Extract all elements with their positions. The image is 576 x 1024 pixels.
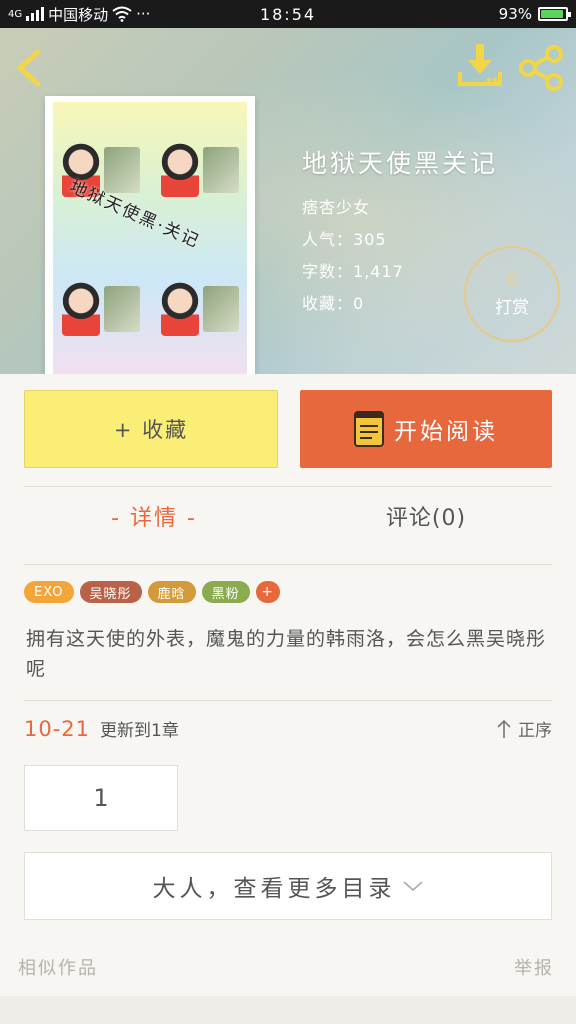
report-button[interactable]: 举报 xyxy=(514,954,554,980)
divider xyxy=(24,486,552,487)
favorites-value: 0 xyxy=(353,294,365,313)
divider xyxy=(24,700,552,701)
share-icon xyxy=(519,45,563,91)
download-icon xyxy=(458,44,502,86)
book-icon xyxy=(354,411,384,447)
tag-item[interactable]: 黑粉 xyxy=(201,581,250,603)
update-row: 10-21 更新到1章 正序 xyxy=(24,716,552,742)
book-cover[interactable]: 地狱天使黑·关记 xyxy=(45,96,255,374)
carrier-name: 中国移动 xyxy=(48,5,109,24)
sort-order-label: 正序 xyxy=(518,721,552,741)
chevron-down-icon xyxy=(402,881,423,892)
book-title: 地狱天使黑关记 xyxy=(302,149,499,178)
network-type: 4G xyxy=(8,8,23,20)
author-name[interactable]: 痞杏少女 xyxy=(302,192,498,224)
popularity-row: 人气： 305 xyxy=(302,224,498,256)
wifi-icon xyxy=(112,6,132,22)
battery-fill xyxy=(541,10,564,18)
more-catalog-button[interactable]: 大人，查看更多目录 xyxy=(24,852,552,920)
tip-label: 打赏 xyxy=(495,297,529,318)
tag-item[interactable]: 鹿晗 xyxy=(147,581,196,603)
tag-item[interactable]: 吴晓彤 xyxy=(79,581,142,603)
tag-item[interactable]: EXO xyxy=(24,581,74,603)
start-reading-button[interactable]: 开始阅读 xyxy=(300,390,552,468)
add-tag-button[interactable]: + xyxy=(255,581,280,603)
tab-comments[interactable]: 评论(0) xyxy=(300,500,552,532)
tip-count: 0 xyxy=(506,269,518,291)
similar-works-label: 相似作品 xyxy=(18,958,98,979)
cover-photo xyxy=(53,241,148,374)
book-header: 地狱天使黑·关记 地狱天使黑关记 痞杏少女 人气： 305 字数： 1,417 收藏… xyxy=(0,28,576,374)
download-button[interactable] xyxy=(456,42,504,90)
sort-order-button[interactable]: 正序 xyxy=(496,716,552,741)
arrow-up-icon xyxy=(497,719,511,738)
battery-icon xyxy=(538,7,571,21)
back-button[interactable] xyxy=(12,46,48,90)
signal-icon xyxy=(26,7,45,21)
word-count-label: 字数： xyxy=(302,262,354,281)
more-catalog-label: 大人，查看更多目录 xyxy=(152,876,396,902)
chevron-left-icon xyxy=(17,49,41,87)
chapter-item[interactable]: 1 xyxy=(24,765,178,831)
popularity-value: 305 xyxy=(353,230,387,249)
more-status-indicator: ··· xyxy=(136,5,151,23)
bottom-section xyxy=(0,996,576,1024)
battery-percent: 93% xyxy=(498,5,532,23)
cover-image: 地狱天使黑·关记 xyxy=(53,102,247,374)
update-text: 更新到1章 xyxy=(100,721,179,741)
divider xyxy=(24,564,552,565)
update-date: 10-21 xyxy=(24,716,91,741)
share-button[interactable] xyxy=(518,44,566,92)
popularity-label: 人气： xyxy=(302,230,354,249)
book-description: 拥有这天使的外表，魔鬼的力量的韩雨洛，会怎么黑吴晓彤呢 xyxy=(26,628,547,680)
word-count-value: 1,417 xyxy=(353,262,404,281)
tip-button[interactable]: 0 打赏 xyxy=(464,246,560,342)
tag-list: EXO 吴晓彤 鹿晗 黑粉 + xyxy=(24,581,280,603)
add-favorite-button[interactable]: + 收藏 xyxy=(24,390,278,468)
tab-details[interactable]: - 详情 - xyxy=(24,500,284,532)
start-reading-label: 开始阅读 xyxy=(394,419,498,445)
favorites-label: 收藏： xyxy=(302,294,354,313)
status-bar: 4G 中国移动 ··· 18:54 93% xyxy=(0,0,576,28)
